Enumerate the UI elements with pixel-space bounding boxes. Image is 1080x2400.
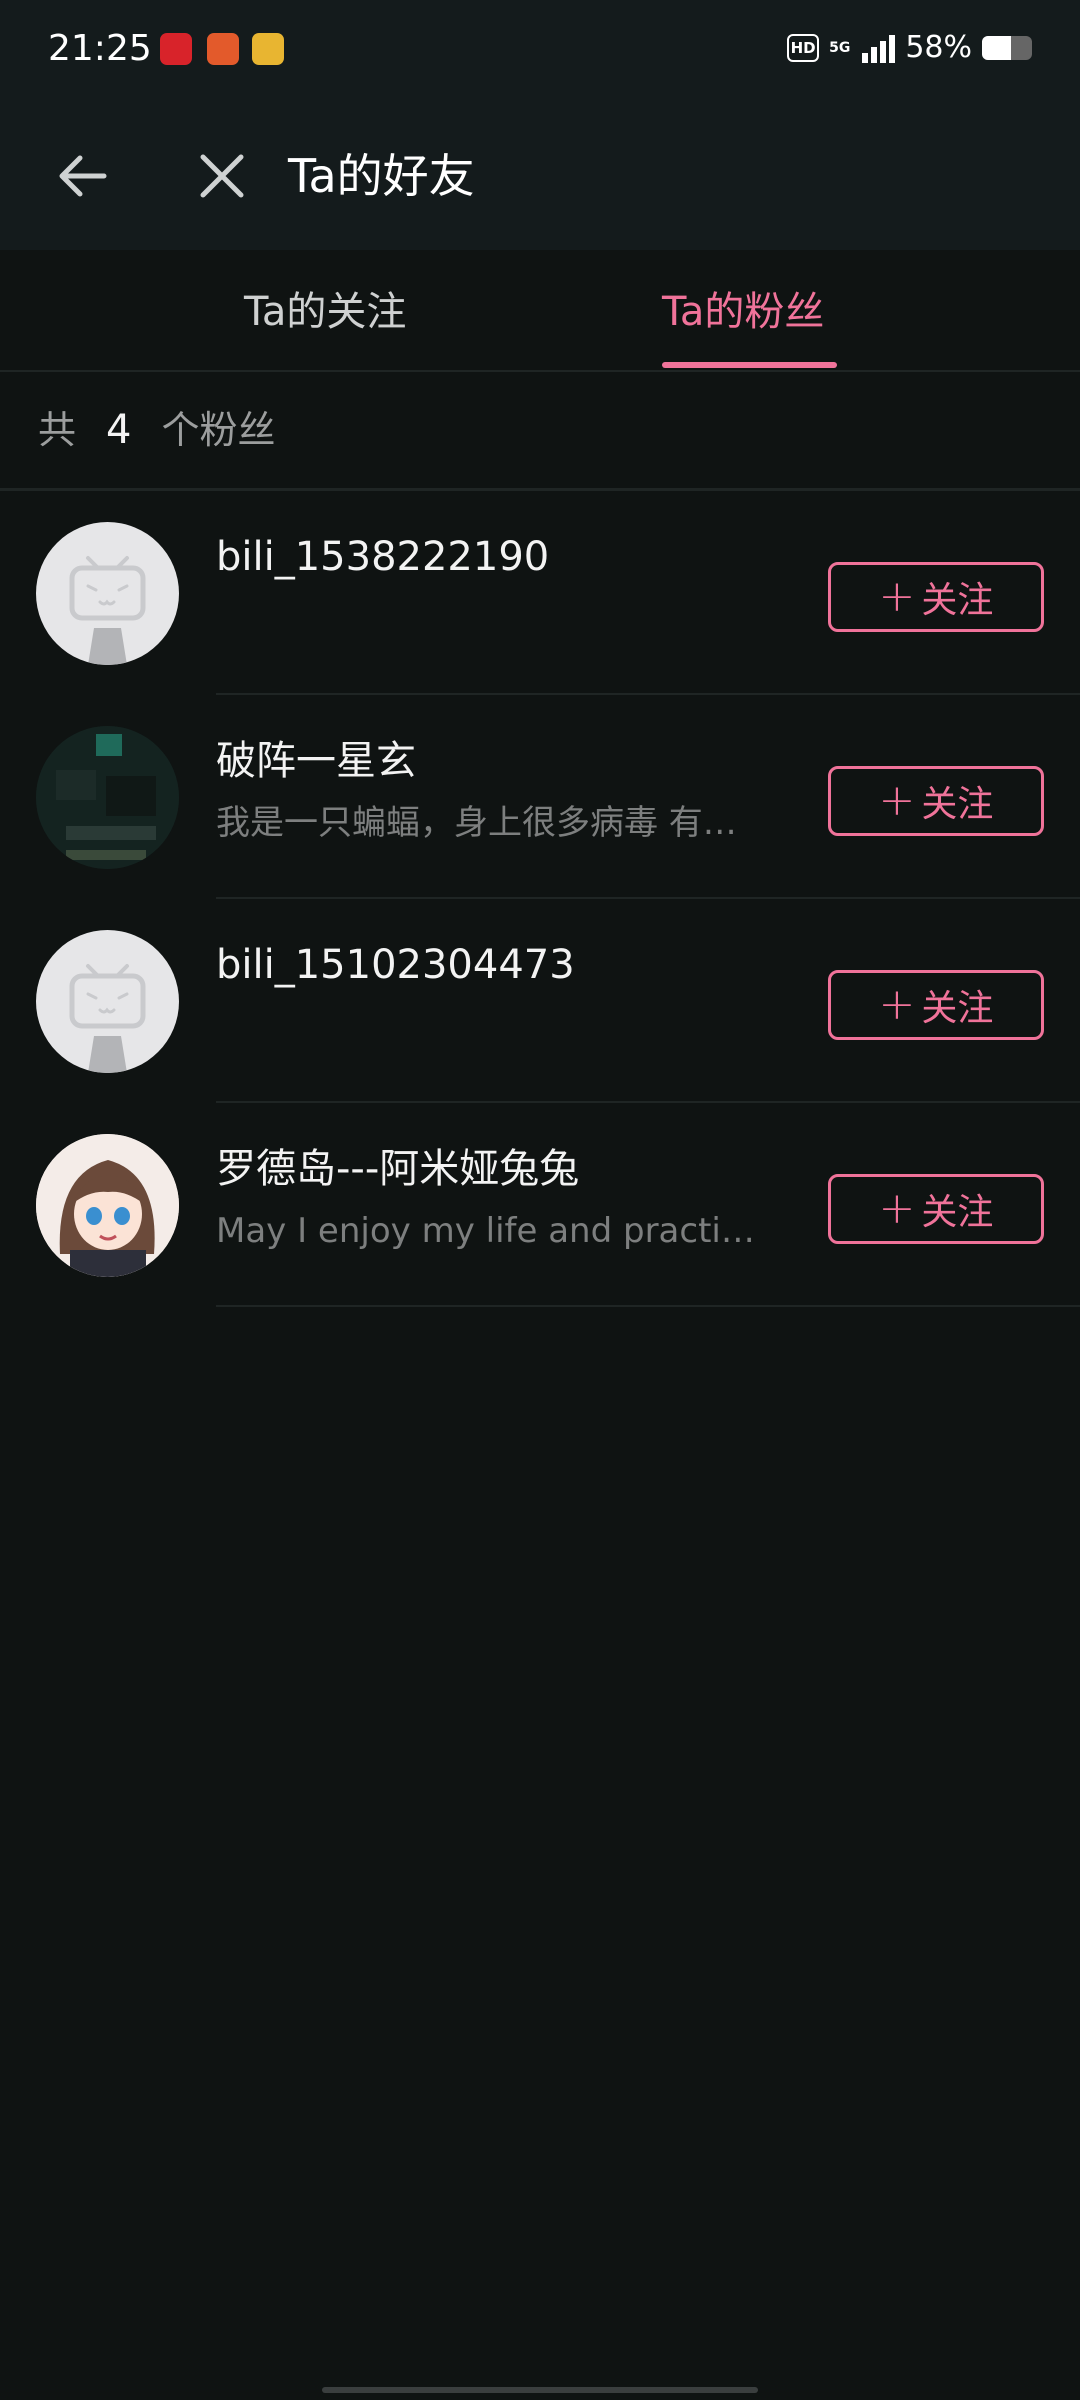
anime-girl-avatar bbox=[36, 1134, 179, 1277]
divider bbox=[216, 1305, 1080, 1307]
page-title: Ta的好友 bbox=[288, 149, 475, 203]
follow-button[interactable]: + 关注 bbox=[828, 562, 1044, 632]
plus-icon: + bbox=[878, 571, 916, 622]
follow-button-label: 关注 bbox=[921, 1192, 994, 1233]
fan-signature: May I enjoy my life and practi… bbox=[216, 1211, 755, 1251]
tab-following[interactable]: Ta的关注 bbox=[244, 286, 406, 338]
status-time: 21:25 bbox=[48, 28, 152, 69]
fan-name[interactable]: bili_1538222190 bbox=[216, 531, 549, 583]
back-button[interactable] bbox=[48, 140, 120, 212]
list-item[interactable]: bili_15102304473 + 关注 bbox=[0, 899, 1080, 1103]
follow-button-label: 关注 bbox=[921, 784, 994, 825]
signal-icon bbox=[862, 33, 896, 63]
status-bar: 21:25 HD 5G 58% bbox=[0, 0, 1080, 100]
tab-bar: Ta的关注 Ta的粉丝 bbox=[0, 250, 1080, 372]
list-item[interactable]: 破阵一星玄 我是一只蝙蝠，身上很多病毒 有… + 关注 bbox=[0, 695, 1080, 899]
battery-percent: 58% bbox=[905, 30, 972, 65]
network-type: 5G bbox=[829, 39, 851, 56]
game-app-icon bbox=[207, 33, 239, 65]
follow-button-label: 关注 bbox=[921, 580, 994, 621]
arrow-left-icon bbox=[59, 155, 107, 197]
follow-button-label: 关注 bbox=[921, 988, 994, 1029]
avatar[interactable] bbox=[36, 1134, 179, 1277]
netease-music-icon bbox=[160, 33, 192, 65]
tab-fans[interactable]: Ta的粉丝 bbox=[662, 286, 824, 338]
close-icon bbox=[200, 154, 244, 198]
summary-prefix: 共 bbox=[38, 408, 77, 452]
avatar[interactable] bbox=[36, 930, 179, 1073]
active-tab-indicator bbox=[662, 362, 837, 368]
avatar[interactable] bbox=[36, 522, 179, 665]
list-item[interactable]: bili_1538222190 + 关注 bbox=[0, 491, 1080, 695]
fans-count-summary: 共 4 个粉丝 bbox=[0, 372, 1080, 491]
fan-name[interactable]: 破阵一星玄 bbox=[216, 735, 416, 787]
summary-suffix: 个粉丝 bbox=[161, 408, 276, 452]
follow-button[interactable]: + 关注 bbox=[828, 1174, 1044, 1244]
battery-level bbox=[982, 35, 1011, 60]
fan-signature: 我是一只蝙蝠，身上很多病毒 有… bbox=[216, 803, 737, 843]
plus-icon: + bbox=[878, 979, 916, 1030]
fans-count: 4 bbox=[106, 407, 132, 453]
battery-icon bbox=[982, 35, 1032, 60]
close-button[interactable] bbox=[186, 140, 258, 212]
default-tv-avatar-icon bbox=[69, 556, 146, 665]
game-scene-avatar bbox=[36, 726, 179, 869]
top-app-bar: Ta的好友 bbox=[0, 100, 1080, 250]
fan-name[interactable]: 罗德岛---阿米娅兔兔 bbox=[216, 1143, 579, 1195]
list-item[interactable]: 罗德岛---阿米娅兔兔 May I enjoy my life and prac… bbox=[0, 1103, 1080, 1307]
follow-button[interactable]: + 关注 bbox=[828, 766, 1044, 836]
hd-icon: HD bbox=[787, 33, 820, 62]
fan-name[interactable]: bili_15102304473 bbox=[216, 939, 575, 991]
plus-icon: + bbox=[878, 775, 916, 826]
avatar[interactable] bbox=[36, 726, 179, 869]
default-tv-avatar-icon bbox=[69, 964, 146, 1073]
home-indicator[interactable] bbox=[322, 2387, 758, 2393]
comic-app-icon bbox=[252, 33, 284, 65]
fans-list: bili_1538222190 + 关注 破阵一星玄 我是一只蝙蝠，身上很多病毒 … bbox=[0, 491, 1080, 1307]
plus-icon: + bbox=[878, 1183, 916, 1234]
follow-button[interactable]: + 关注 bbox=[828, 970, 1044, 1040]
